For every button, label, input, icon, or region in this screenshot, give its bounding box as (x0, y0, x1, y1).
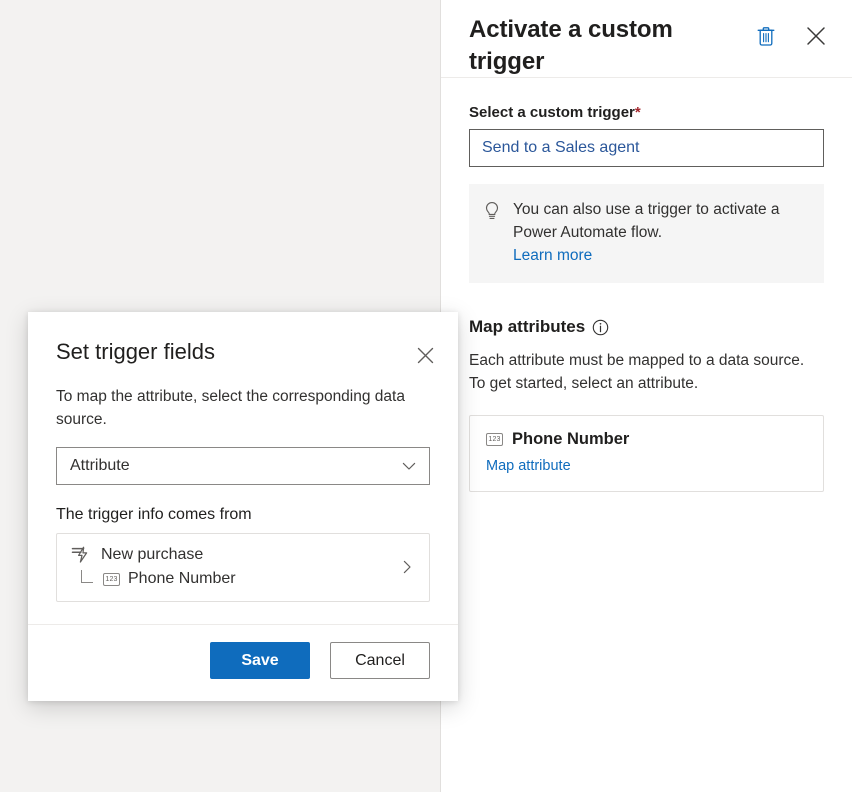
delete-button[interactable] (752, 22, 780, 50)
trigger-source-child: 123 Phone Number (71, 570, 236, 588)
custom-trigger-label: Select a custom trigger* (469, 104, 824, 121)
required-marker: * (635, 104, 641, 121)
lightbulb-icon (483, 201, 501, 221)
chevron-down-icon (401, 458, 417, 474)
tree-connector-icon (81, 570, 93, 583)
set-trigger-fields-dialog: Set trigger fields To map the attribute,… (28, 312, 458, 701)
trigger-source-parent: New purchase (71, 546, 236, 564)
close-panel-button[interactable] (802, 22, 830, 50)
header-actions (752, 22, 830, 50)
chevron-right-icon (399, 559, 415, 575)
learn-more-link[interactable]: Learn more (513, 244, 808, 267)
trigger-flow-icon (71, 546, 91, 564)
custom-trigger-value: Send to a Sales agent (482, 139, 639, 157)
number-icon: 123 (486, 433, 503, 446)
custom-trigger-label-text: Select a custom trigger (469, 104, 635, 121)
map-attribute-link[interactable]: Map attribute (486, 458, 571, 474)
dialog-description: To map the attribute, select the corresp… (56, 385, 430, 431)
dialog-footer: Save Cancel (28, 624, 458, 701)
tip-callout: You can also use a trigger to activate a… (469, 184, 824, 283)
trigger-source-content: New purchase 123 Phone Number (71, 546, 236, 588)
close-icon (804, 24, 828, 48)
dialog-close-button[interactable] (412, 342, 438, 368)
dialog-header: Set trigger fields (28, 312, 458, 366)
panel-header: Activate a custom trigger (441, 0, 852, 78)
tip-text: You can also use a trigger to activate a… (513, 198, 808, 244)
trigger-source-label: The trigger info comes from (56, 506, 430, 524)
attribute-card[interactable]: 123 Phone Number Map attribute (469, 415, 824, 492)
map-attributes-heading: Map attributes (469, 317, 824, 337)
number-icon: 123 (103, 573, 120, 586)
page-title: Activate a custom trigger (469, 14, 719, 78)
trash-icon (755, 25, 777, 48)
trigger-source-child-label: Phone Number (128, 570, 236, 588)
save-button[interactable]: Save (210, 642, 310, 679)
trigger-source-item[interactable]: New purchase 123 Phone Number (56, 533, 430, 602)
map-attributes-title: Map attributes (469, 317, 585, 337)
panel-body: Select a custom trigger* Send to a Sales… (441, 78, 852, 492)
dialog-title: Set trigger fields (56, 338, 430, 366)
info-icon[interactable] (592, 319, 609, 336)
attribute-name: Phone Number (512, 430, 629, 449)
cancel-button[interactable]: Cancel (330, 642, 430, 679)
attribute-select[interactable]: Attribute (56, 447, 430, 485)
activate-trigger-panel: Activate a custom trigger (440, 0, 852, 792)
close-icon (415, 345, 436, 366)
map-attributes-description: Each attribute must be mapped to a data … (469, 349, 824, 395)
attribute-card-header: 123 Phone Number (486, 430, 807, 449)
trigger-source-parent-label: New purchase (101, 546, 203, 564)
dialog-body: To map the attribute, select the corresp… (28, 366, 458, 624)
custom-trigger-select[interactable]: Send to a Sales agent (469, 129, 824, 167)
attribute-select-value: Attribute (70, 457, 130, 475)
